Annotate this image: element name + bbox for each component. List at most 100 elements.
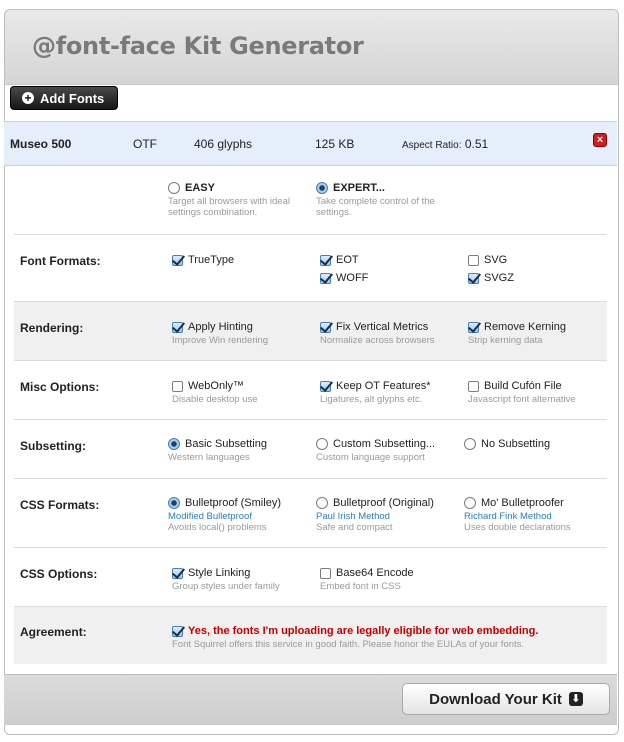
webonly-option[interactable]: WebOnly™ Disable desktop use (172, 380, 258, 405)
bulletproof-original-option[interactable]: Bulletproof (Original) Paul Irish Method… (316, 497, 434, 533)
footer: Download Your Kit ⬇ (4, 674, 617, 725)
mo-bulletproofer-desc: Uses double declarations (464, 522, 571, 533)
apply-hinting-checkbox[interactable] (172, 321, 183, 333)
style-linking-option[interactable]: Style Linking Group styles under family (172, 567, 280, 592)
expert-desc-1: Take complete control of the (316, 196, 435, 207)
agreement-checkbox[interactable] (172, 625, 183, 637)
base64-encode-checkbox[interactable] (320, 567, 331, 579)
expert-desc-2: settings. (316, 207, 352, 218)
css-formats-label: CSS Formats: (20, 498, 100, 512)
custom-subsetting-label: Custom Subsetting... (333, 438, 436, 450)
base64-encode-option[interactable]: Base64 Encode Embed font in CSS (320, 567, 414, 592)
aspect-ratio-value: 0.51 (464, 137, 489, 151)
download-kit-button[interactable]: Download Your Kit ⬇ (402, 683, 610, 715)
basic-subsetting-desc: Western languages (168, 452, 250, 463)
apply-hinting-label: Apply Hinting (188, 321, 253, 333)
css-options-row: CSS Options: Style Linking Group styles … (14, 547, 607, 606)
agreement-row: Agreement: Yes, the fonts I'm uploading … (14, 606, 607, 664)
keep-ot-features-desc: Ligatures, alt glyphs etc. (320, 394, 423, 405)
keep-ot-features-label: Keep OT Features* (336, 380, 431, 392)
misc-options-label: Misc Options: (20, 380, 100, 394)
basic-subsetting-radio[interactable] (168, 438, 180, 450)
expert-label: EXPERT... (333, 182, 385, 194)
remove-kerning-option[interactable]: Remove Kerning Strip kerning data (468, 321, 566, 346)
style-linking-checkbox[interactable] (172, 567, 183, 579)
easy-label: EASY (185, 182, 215, 194)
modified-bulletproof-link[interactable]: Modified Bulletproof (168, 511, 281, 522)
remove-font-x-icon[interactable]: × (593, 133, 607, 147)
richard-fink-method-link[interactable]: Richard Fink Method (464, 511, 571, 522)
apply-hinting-option[interactable]: Apply Hinting Improve Win rendering (172, 321, 268, 346)
font-file-row: Museo 500 OTF 406 glyphs 125 KB Aspect R… (4, 121, 617, 166)
bulletproof-original-label: Bulletproof (Original) (333, 497, 434, 509)
agreement-option[interactable]: Yes, the fonts I'm uploading are legally… (172, 625, 538, 650)
remove-kerning-desc: Strip kerning data (468, 335, 543, 346)
custom-subsetting-option[interactable]: Custom Subsetting... Custom language sup… (316, 438, 435, 463)
no-subsetting-radio[interactable] (464, 438, 476, 450)
svg-option[interactable]: SVG (468, 254, 507, 266)
subsetting-label: Subsetting: (20, 439, 86, 453)
woff-label: WOFF (336, 272, 369, 284)
bulletproof-smiley-label: Bulletproof (Smiley) (185, 497, 281, 509)
svgz-label: SVGZ (484, 272, 514, 284)
woff-option[interactable]: WOFF (320, 272, 368, 284)
build-cufon-checkbox[interactable] (468, 380, 479, 392)
webonly-label: WebOnly™ (188, 380, 245, 392)
bulletproof-smiley-radio[interactable] (168, 497, 180, 509)
rendering-row: Rendering: Apply Hinting Improve Win ren… (14, 301, 607, 360)
basic-subsetting-option[interactable]: Basic Subsetting Western languages (168, 438, 267, 463)
remove-kerning-checkbox[interactable] (468, 321, 479, 333)
fix-vertical-metrics-label: Fix Vertical Metrics (336, 321, 429, 333)
download-kit-label: Download Your Kit (429, 690, 562, 708)
eot-option[interactable]: EOT (320, 254, 359, 266)
keep-ot-features-option[interactable]: Keep OT Features* Ligatures, alt glyphs … (320, 380, 431, 405)
apply-hinting-desc: Improve Win rendering (172, 335, 269, 346)
download-arrow-icon: ⬇ (568, 692, 583, 706)
truetype-checkbox[interactable] (172, 254, 183, 266)
svgz-option[interactable]: SVGZ (468, 272, 514, 284)
basic-subsetting-label: Basic Subsetting (185, 438, 267, 450)
keep-ot-features-checkbox[interactable] (320, 380, 331, 392)
expert-radio[interactable] (316, 182, 328, 194)
subsetting-row: Subsetting: Basic Subsetting Western lan… (14, 419, 607, 478)
webonly-checkbox[interactable] (172, 380, 183, 392)
bulletproof-original-desc: Safe and compact (316, 522, 393, 533)
agreement-label: Agreement: (20, 625, 87, 639)
easy-radio[interactable] (168, 182, 180, 194)
svg-checkbox[interactable] (468, 254, 479, 266)
font-glyphs: 406 glyphs (194, 137, 253, 151)
svgz-checkbox[interactable] (468, 272, 479, 284)
eot-checkbox[interactable] (320, 254, 331, 266)
css-options-label: CSS Options: (20, 567, 98, 581)
custom-subsetting-desc: Custom language support (316, 452, 425, 463)
misc-options-row: Misc Options: WebOnly™ Disable desktop u… (14, 360, 607, 419)
truetype-label: TrueType (188, 254, 235, 266)
mo-bulletproofer-option[interactable]: Mo' Bulletproofer Richard Fink Method Us… (464, 497, 571, 533)
mo-bulletproofer-radio[interactable] (464, 497, 476, 509)
build-cufon-desc: Javascript font alternative (468, 394, 576, 405)
svg-label: SVG (484, 254, 508, 266)
font-formats-row: Font Formats: TrueType EOT WOFF SVG SVGZ (14, 234, 607, 301)
bulletproof-smiley-desc: Avoids local() problems (168, 522, 267, 533)
mo-bulletproofer-label: Mo' Bulletproofer (481, 497, 564, 509)
custom-subsetting-radio[interactable] (316, 438, 328, 450)
build-cufon-option[interactable]: Build Cufón File Javascript font alterna… (468, 380, 576, 405)
eot-label: EOT (336, 254, 359, 266)
fix-vertical-metrics-option[interactable]: Fix Vertical Metrics Normalize across br… (320, 321, 435, 346)
easy-mode-option[interactable]: EASY Target all browsers with ideal sett… (168, 182, 290, 218)
font-format: OTF (133, 137, 157, 151)
woff-checkbox[interactable] (320, 272, 331, 284)
font-formats-label: Font Formats: (20, 254, 101, 268)
no-subsetting-option[interactable]: No Subsetting (464, 438, 550, 450)
bulletproof-original-radio[interactable] (316, 497, 328, 509)
truetype-option[interactable]: TrueType (172, 254, 234, 266)
expert-mode-option[interactable]: EXPERT... Take complete control of the s… (316, 182, 435, 218)
paul-irish-method-link[interactable]: Paul Irish Method (316, 511, 434, 522)
bulletproof-smiley-option[interactable]: Bulletproof (Smiley) Modified Bulletproo… (168, 497, 281, 533)
style-linking-label: Style Linking (188, 567, 251, 579)
aspect-ratio-label: Aspect Ratio: (402, 140, 462, 151)
easy-desc-1: Target all browsers with ideal (168, 196, 290, 207)
remove-kerning-label: Remove Kerning (484, 321, 566, 333)
no-subsetting-label: No Subsetting (481, 438, 551, 450)
fix-vertical-metrics-checkbox[interactable] (320, 321, 331, 333)
